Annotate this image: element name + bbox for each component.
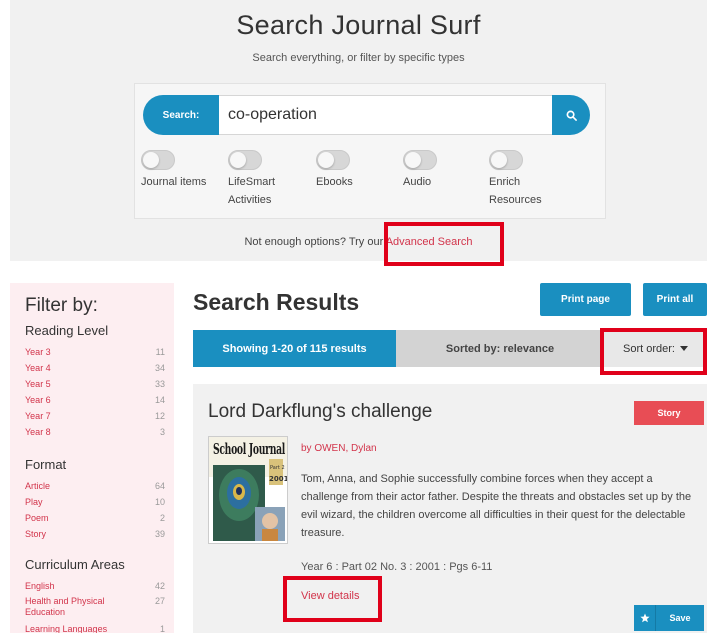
toggle-switch[interactable] xyxy=(141,150,175,170)
author-link[interactable]: by OWEN, Dylan xyxy=(301,443,377,454)
filter-item-label[interactable]: Article xyxy=(25,478,50,494)
toggle-journal-items[interactable]: Journal items xyxy=(141,150,206,191)
cover-image: School Journal Part 2 2001 xyxy=(208,436,288,544)
results-title: Search Results xyxy=(193,289,360,315)
toggle-enrich-resources[interactable]: Enrich Resources xyxy=(489,150,549,209)
filter-item-label[interactable]: Story xyxy=(25,526,46,542)
sort-order-label: Sort order: xyxy=(623,342,675,355)
filter-item-count: 34 xyxy=(154,363,165,373)
filter-item[interactable]: Year 5 33 xyxy=(25,376,165,392)
result-meta: Year 6 : Part 02 No. 3 : 2001 : Pgs 6-11 xyxy=(301,561,493,573)
filter-item-label[interactable]: Play xyxy=(25,494,43,510)
filter-item-count: 1 xyxy=(159,624,165,633)
filter-item-count: 14 xyxy=(154,395,165,405)
filter-item-count: 64 xyxy=(154,481,165,491)
search-button[interactable] xyxy=(552,95,590,135)
toggle-lifesmart-activities[interactable]: LifeSmart Activities xyxy=(228,150,288,209)
sorted-by-label: Sorted by: relevance xyxy=(396,330,604,367)
cover-title: School Journal xyxy=(213,440,285,458)
toggle-switch[interactable] xyxy=(228,150,262,170)
filter-item-label[interactable]: Poem xyxy=(25,510,49,526)
search-input[interactable] xyxy=(219,95,552,135)
search-row: Search: xyxy=(143,95,590,135)
filter-item[interactable]: Health and Physical Education 27 xyxy=(25,596,165,618)
filter-sidebar: Filter by: Reading Level Year 3 11 Year 4… xyxy=(10,283,174,633)
filter-item-label[interactable]: Year 3 xyxy=(25,344,51,360)
toggle-switch[interactable] xyxy=(403,150,437,170)
filter-heading: Curriculum Areas xyxy=(25,557,125,572)
options-row: Not enough options? Try our Advanced Sea… xyxy=(10,236,707,248)
filter-heading: Format xyxy=(25,457,67,472)
search-box: Search: Journal items LifeSmart Activiti… xyxy=(134,83,606,219)
filter-item-count: 27 xyxy=(154,596,165,606)
filter-item-count: 3 xyxy=(159,427,165,437)
filter-item[interactable]: Article 64 xyxy=(25,478,165,494)
result-card: Lord Darkflung's challenge Story School … xyxy=(193,384,707,633)
toggle-switch[interactable] xyxy=(316,150,350,170)
filter-item-label[interactable]: English xyxy=(25,578,55,594)
print-page-button[interactable]: Print page xyxy=(540,283,631,316)
filter-item-label[interactable]: Year 6 xyxy=(25,392,51,408)
print-all-button[interactable]: Print all xyxy=(643,283,707,316)
toggle-audio[interactable]: Audio xyxy=(403,150,437,191)
star-icon xyxy=(634,605,656,631)
cover-year: 2001 xyxy=(269,475,288,483)
filter-item-count: 42 xyxy=(154,581,165,591)
view-details-link[interactable]: View details xyxy=(301,590,360,602)
results-bar: Showing 1-20 of 115 results Sorted by: r… xyxy=(193,330,707,367)
toggle-switch[interactable] xyxy=(489,150,523,170)
school-journal-cover: School Journal Part 2 2001 xyxy=(209,437,288,543)
cover-part: Part 2 xyxy=(270,465,285,471)
caret-down-icon xyxy=(679,346,688,351)
filter-item-count: 10 xyxy=(154,497,165,507)
filter-item-count: 33 xyxy=(154,379,165,389)
filter-item-count: 39 xyxy=(154,529,165,539)
filter-item[interactable]: Play 10 xyxy=(25,494,165,510)
filter-section-curriculum-areas: Curriculum Areas English 42 Health and Ph… xyxy=(25,557,165,633)
filter-item-label[interactable]: Year 4 xyxy=(25,360,51,376)
filter-section-reading-level: Reading Level Year 3 11 Year 4 34 Year 5 33… xyxy=(25,323,165,440)
filter-item[interactable]: Poem 2 xyxy=(25,510,165,526)
save-label: Save xyxy=(656,605,704,631)
filter-item[interactable]: Learning Languages 1 xyxy=(25,621,165,633)
result-title[interactable]: Lord Darkflung's challenge xyxy=(208,401,432,423)
filter-title: Filter by: xyxy=(25,295,98,316)
filter-item[interactable]: Year 4 34 xyxy=(25,360,165,376)
search-panel: Search Journal Surf Search everything, o… xyxy=(10,0,707,261)
filter-item-label[interactable]: Year 5 xyxy=(25,376,51,392)
filter-item[interactable]: Year 3 11 xyxy=(25,344,165,360)
toggle-label: LifeSmart Activities xyxy=(228,176,276,206)
filter-item-label[interactable]: Learning Languages xyxy=(25,621,107,633)
filter-item-label[interactable]: Health and Physical Education xyxy=(25,596,123,618)
filter-item[interactable]: Story 39 xyxy=(25,526,165,542)
toggle-label: Enrich Resources xyxy=(489,176,542,206)
results-count: Showing 1-20 of 115 results xyxy=(193,330,396,367)
search-label: Search: xyxy=(143,95,219,135)
filter-item-label[interactable]: Year 7 xyxy=(25,408,51,424)
filter-item[interactable]: Year 8 3 xyxy=(25,424,165,440)
format-badge: Story xyxy=(634,401,704,425)
page-title: Search Journal Surf xyxy=(236,10,481,40)
filter-item[interactable]: English 42 xyxy=(25,578,165,594)
toggle-label: Journal items xyxy=(141,176,207,188)
filter-item-label[interactable]: Year 8 xyxy=(25,424,51,440)
toggle-ebooks[interactable]: Ebooks xyxy=(316,150,353,191)
options-text: Not enough options? Try our xyxy=(244,236,384,248)
filter-item[interactable]: Year 7 12 xyxy=(25,408,165,424)
filter-section-format: Format Article 64 Play 10 Poem 2 Story 39 xyxy=(25,457,165,542)
sort-order-dropdown[interactable]: Sort order: xyxy=(604,330,707,367)
search-subtitle: Search everything, or filter by specific… xyxy=(252,52,465,64)
filter-item[interactable]: Year 6 14 xyxy=(25,392,165,408)
filter-item-count: 12 xyxy=(154,411,165,421)
filter-heading: Reading Level xyxy=(25,323,109,338)
filter-item-count: 11 xyxy=(155,347,165,357)
search-icon xyxy=(566,110,577,121)
filter-item-count: 2 xyxy=(159,513,165,523)
save-button[interactable]: Save xyxy=(634,605,704,631)
advanced-search-link[interactable]: Advanced Search xyxy=(386,236,473,248)
toggle-label: Ebooks xyxy=(316,176,353,188)
result-summary: Tom, Anna, and Sophie successfully combi… xyxy=(301,473,692,539)
toggle-label: Audio xyxy=(403,176,432,188)
